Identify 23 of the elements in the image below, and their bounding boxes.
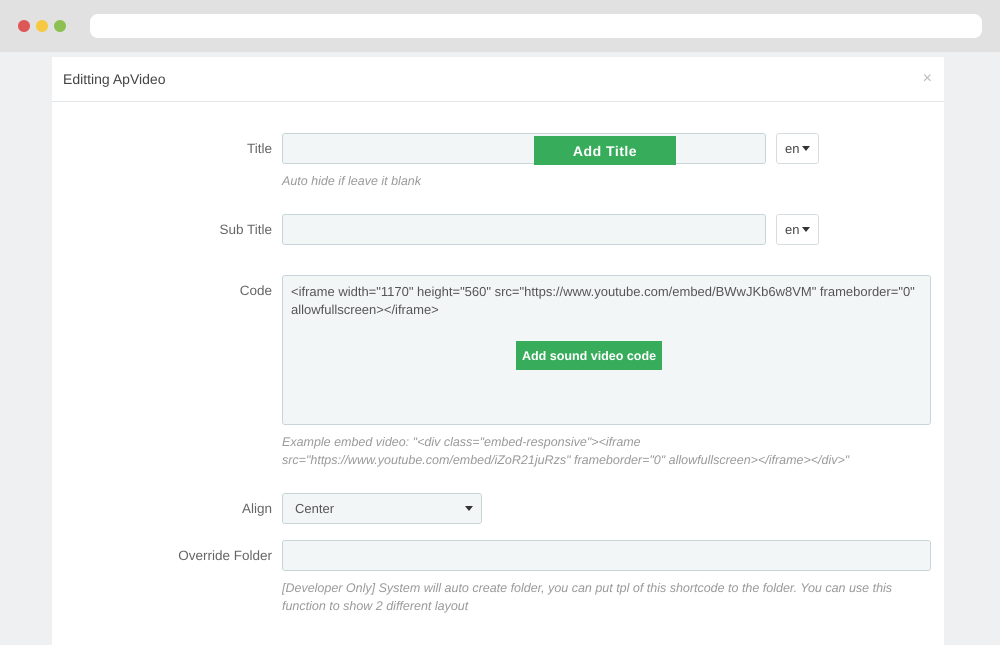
language-dropdown[interactable]: en: [776, 214, 820, 245]
field-label: Sub Title: [218, 221, 272, 239]
language-dropdown[interactable]: en: [776, 133, 820, 164]
field-label: Title: [246, 140, 272, 158]
help-text: Auto hide if leave it blank: [282, 173, 422, 190]
close-window-icon[interactable]: [18, 20, 30, 32]
minimize-window-icon[interactable]: [36, 20, 48, 32]
text-field[interactable]: [282, 540, 931, 571]
field-label: Code: [238, 282, 272, 300]
caret-icon: [802, 146, 810, 151]
help-text: [Developer Only] System will auto create folder, you can put tpl of this shortcode to the folder. You can use this function to show 2 different layout: [282, 580, 894, 615]
align-select[interactable]: Center: [282, 493, 482, 524]
text-field[interactable]: [282, 214, 766, 245]
maximize-window-icon[interactable]: [54, 20, 66, 32]
field-label: Align: [240, 500, 272, 518]
caret-icon: [802, 227, 810, 232]
modal-title: Editting ApVideo: [63, 71, 166, 87]
callout-tooltip: Add Title: [534, 136, 676, 165]
field-label: Override Folder: [177, 547, 272, 565]
caret-icon: [465, 506, 473, 511]
help-text: Example embed video: "<div class="embed-responsive"><iframe src="https://www.youtube.com/embed/iZoR21juRzs" frameborder="0" allowfullscreen></iframe></div>": [282, 434, 850, 469]
callout-tooltip: Add sound video code: [516, 341, 662, 370]
address-bar[interactable]: [90, 14, 982, 38]
